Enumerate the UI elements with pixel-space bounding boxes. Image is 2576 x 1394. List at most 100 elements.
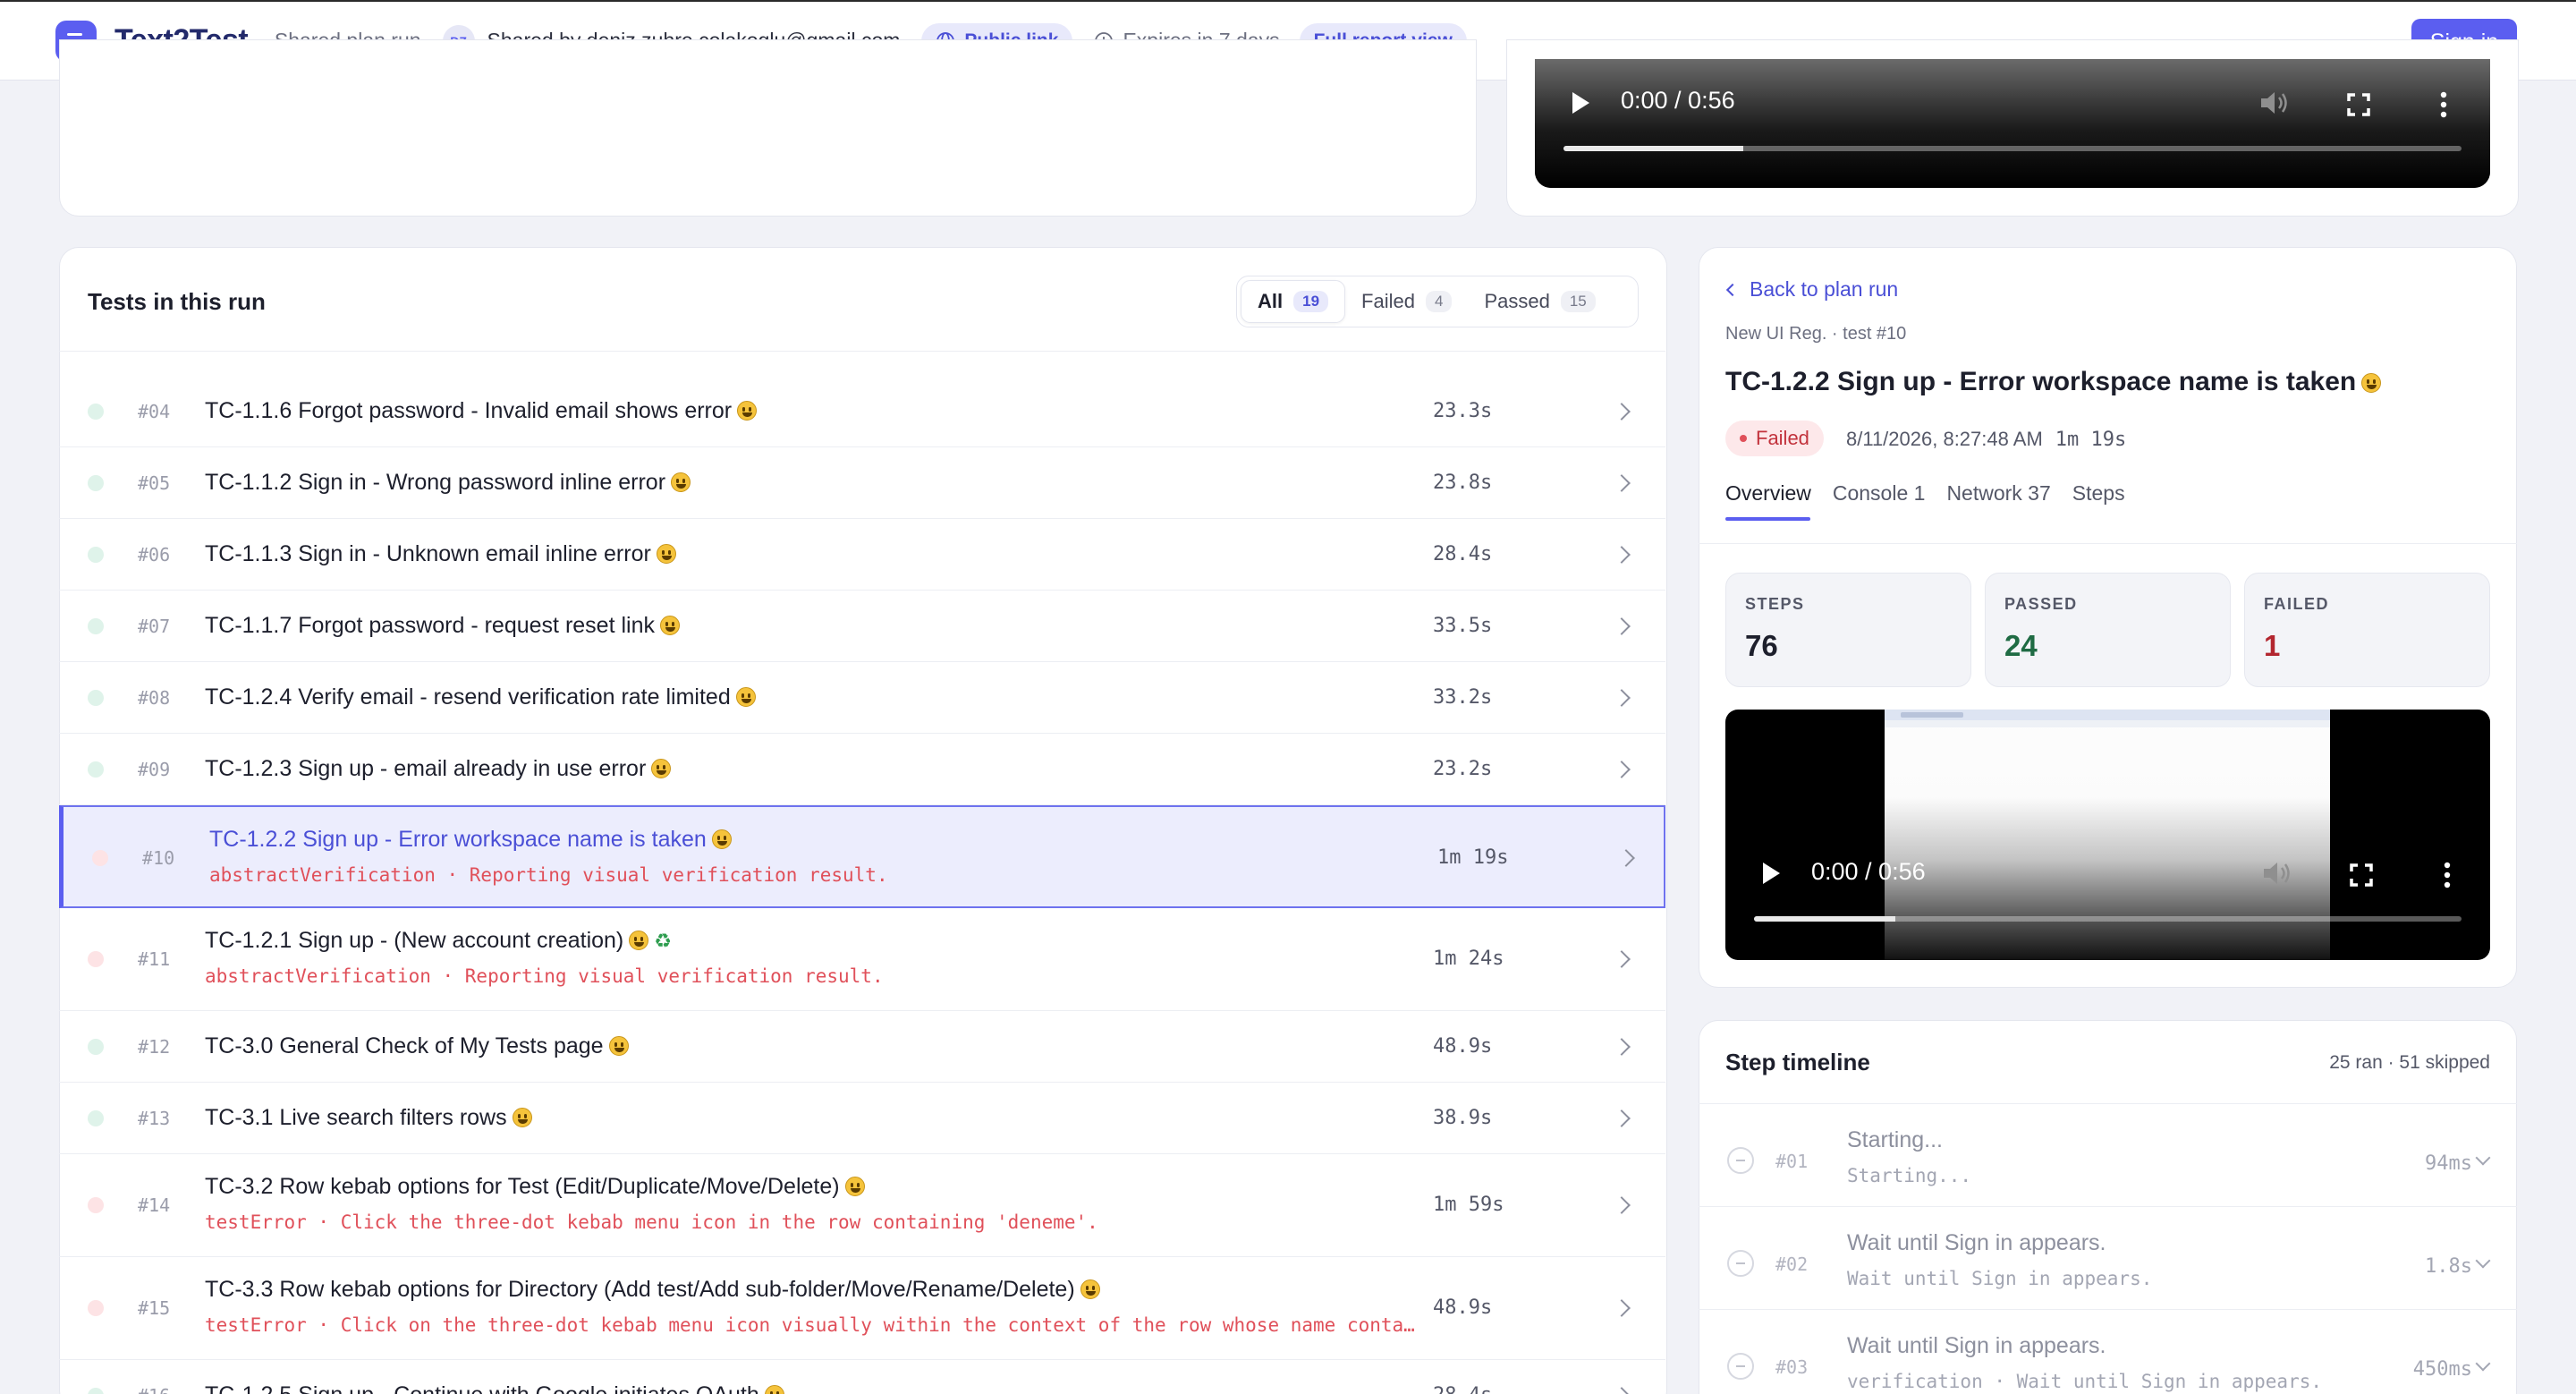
chevron-right-icon[interactable] — [1613, 403, 1631, 421]
test-number: #16 — [138, 1385, 170, 1394]
test-title-text: TC-3.0 General Check of My Tests page — [205, 1033, 604, 1058]
chevron-right-icon[interactable] — [1613, 617, 1631, 635]
test-video-progress[interactable] — [1754, 916, 2462, 922]
test-duration: 28.4s — [1433, 1384, 1492, 1394]
timeline-step[interactable]: #01 Starting... Starting... 94ms — [1699, 1104, 2517, 1207]
chevron-right-icon[interactable] — [1617, 849, 1635, 867]
chevron-right-icon[interactable] — [1613, 546, 1631, 564]
test-duration: 28.4s — [1433, 543, 1493, 565]
test-row[interactable]: #14 TC-3.2 Row kebab options for Test (Ed… — [59, 1154, 1665, 1257]
smiley-icon — [844, 1177, 865, 1196]
step-subtitle: verification · Wait until Sign in appear… — [1847, 1371, 2323, 1392]
test-title-text: TC-1.1.3 Sign in - Unknown email inline … — [205, 541, 651, 566]
volume-icon[interactable] — [2259, 89, 2290, 116]
test-number: #11 — [138, 948, 171, 970]
test-video-progress-fill — [1754, 916, 1896, 922]
stat-steps-label: STEPS — [1745, 595, 1805, 613]
step-duration: 450ms — [2412, 1358, 2472, 1381]
test-row[interactable]: #04 TC-1.1.6 Forgot password - Invalid em… — [59, 376, 1665, 447]
step-title: Wait until Sign in appears. — [1847, 1230, 2106, 1255]
test-row[interactable]: #11 TC-1.2.1 Sign up - (New account creat… — [59, 908, 1665, 1011]
chevron-right-icon[interactable] — [1613, 950, 1631, 968]
chevron-right-icon[interactable] — [1613, 1299, 1631, 1317]
test-video-player[interactable]: 0:00 / 0:56 — [1725, 710, 2490, 960]
timeline-step[interactable]: #03 Wait until Sign in appears. verificati… — [1699, 1310, 2517, 1394]
tab-console[interactable]: Console 1 — [1833, 481, 1926, 506]
filter-all[interactable]: All 19 — [1241, 280, 1346, 323]
active-tab-indicator — [1725, 517, 1810, 521]
smiley-icon — [711, 829, 732, 849]
test-duration: 38.9s — [1433, 1107, 1493, 1129]
more-icon[interactable] — [2444, 862, 2451, 888]
fullscreen-icon[interactable] — [2347, 93, 2370, 116]
smiley-icon — [651, 759, 672, 778]
error-message: testError · Click the three-dot kebab me… — [205, 1211, 1098, 1233]
tab-overview[interactable]: Overview — [1725, 481, 1811, 506]
tab-steps[interactable]: Steps — [2072, 481, 2125, 506]
fullscreen-icon[interactable] — [2350, 863, 2373, 887]
tab-network[interactable]: Network 37 — [1946, 481, 2050, 506]
more-icon[interactable] — [2440, 91, 2447, 118]
test-row[interactable]: #07 TC-1.1.7 Forgot password - request re… — [59, 591, 1665, 662]
status-dot-icon — [88, 1300, 104, 1316]
test-title-text: TC-1.2.3 Sign up - email already in use … — [205, 756, 647, 781]
filter-passed-label: Passed — [1484, 290, 1550, 312]
video-progress[interactable] — [1563, 146, 2462, 151]
test-row[interactable]: #15 TC-3.3 Row kebab options for Director… — [59, 1257, 1665, 1360]
test-title: TC-1.1.2 Sign in - Wrong password inline… — [205, 470, 691, 496]
chevron-right-icon[interactable] — [1613, 1038, 1631, 1056]
test-number: #09 — [138, 759, 171, 780]
video-time: 0:00 / 0:56 — [1621, 87, 1735, 114]
test-number: #06 — [138, 544, 171, 565]
filter-failed-label: Failed — [1361, 290, 1415, 312]
chevron-down-icon[interactable] — [2475, 1356, 2491, 1372]
test-row[interactable]: #06 TC-1.1.3 Sign in - Unknown email inli… — [59, 519, 1665, 591]
play-icon[interactable] — [1571, 91, 1590, 115]
status-label: Failed — [1756, 427, 1809, 449]
chevron-down-icon[interactable] — [2475, 1150, 2491, 1166]
chevron-right-icon[interactable] — [1613, 1196, 1631, 1214]
smiley-icon — [764, 1385, 784, 1394]
chevron-right-icon[interactable] — [1613, 474, 1631, 492]
chevron-down-icon[interactable] — [2475, 1253, 2491, 1269]
chevron-right-icon[interactable] — [1613, 761, 1631, 778]
back-to-plan-link[interactable]: Back to plan run — [1725, 277, 1898, 302]
filter-passed[interactable]: Passed 15 — [1468, 280, 1611, 323]
test-title-text: TC-1.1.6 Forgot password - Invalid email… — [205, 398, 733, 423]
run-datetime: 8/11/2026, 8:27:48 AM — [1846, 428, 2043, 450]
test-number: #08 — [138, 687, 171, 709]
test-row[interactable]: #09 TC-1.2.3 Sign up - email already in u… — [59, 734, 1665, 805]
test-row[interactable]: #16 TC-1.2.5 Sign up - Continue with Goog… — [59, 1360, 1665, 1394]
error-message: abstractVerification · Reporting visual … — [205, 965, 884, 987]
chevron-right-icon[interactable] — [1613, 1387, 1631, 1394]
test-number: #13 — [138, 1108, 171, 1129]
test-row[interactable]: #12 TC-3.0 General Check of My Tests page… — [59, 1011, 1665, 1083]
test-duration: 1m 19s — [1437, 846, 1509, 869]
test-row[interactable]: #10 TC-1.2.2 Sign up - Error workspace na… — [59, 805, 1665, 908]
status-dot-icon — [92, 850, 108, 866]
test-row[interactable]: #05 TC-1.1.2 Sign in - Wrong password inl… — [59, 447, 1665, 519]
filter-failed[interactable]: Failed 4 — [1345, 280, 1468, 323]
plan-video-player[interactable]: 0:00 / 0:56 — [1535, 59, 2490, 188]
video-progress-fill — [1563, 146, 1743, 151]
error-message: abstractVerification · Reporting visual … — [209, 864, 888, 886]
smiley-icon — [629, 931, 649, 950]
test-number: #12 — [138, 1036, 171, 1058]
stat-passed: PASSED 24 — [1985, 573, 2231, 687]
test-row[interactable]: #13 TC-3.1 Live search filters rows 38.9s — [59, 1083, 1665, 1154]
test-duration: 23.8s — [1433, 472, 1493, 494]
chevron-right-icon[interactable] — [1613, 689, 1631, 707]
test-title: TC-1.2.1 Sign up - (New account creation… — [205, 928, 672, 954]
test-row[interactable]: #08 TC-1.2.4 Verify email - resend verifi… — [59, 662, 1665, 734]
test-title-text: TC-1.2.2 Sign up - Error workspace name … — [209, 827, 707, 852]
error-message: testError · Click on the three-dot kebab… — [205, 1314, 1415, 1336]
test-title: TC-1.2.5 Sign up - Continue with Google … — [205, 1382, 784, 1394]
chevron-right-icon[interactable] — [1613, 1109, 1631, 1127]
step-number: #01 — [1775, 1151, 1809, 1172]
volume-icon[interactable] — [2262, 860, 2292, 887]
play-icon[interactable] — [1761, 862, 1781, 885]
test-video-time: 0:00 / 0:56 — [1811, 858, 1926, 885]
test-duration: 48.9s — [1433, 1035, 1493, 1058]
smiley-icon — [735, 687, 756, 707]
timeline-step[interactable]: #02 Wait until Sign in appears. Wait until… — [1699, 1207, 2517, 1310]
